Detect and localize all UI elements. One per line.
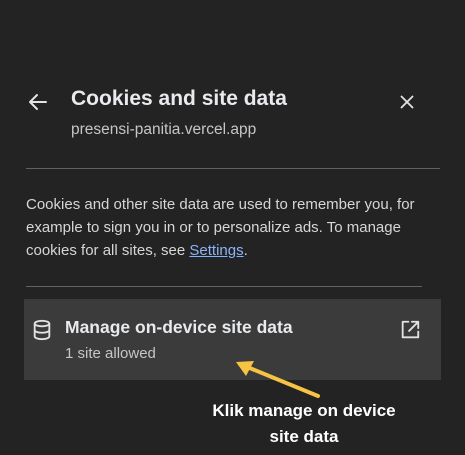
section-divider	[26, 286, 422, 287]
description-end: .	[243, 242, 248, 259]
database-icon	[33, 319, 51, 341]
close-icon[interactable]	[396, 91, 418, 113]
annotation-line-1: Klik manage on device	[212, 401, 396, 420]
external-link-icon	[401, 320, 420, 339]
cookies-description: Cookies and other site data are used to …	[26, 193, 426, 262]
annotation-line-2: site data	[269, 427, 339, 446]
site-domain: presensi-panitia.vercel.app	[71, 121, 257, 138]
settings-link[interactable]: Settings	[189, 242, 243, 259]
manage-item-subtitle: 1 site allowed	[65, 345, 156, 362]
arrow-left-icon[interactable]	[26, 90, 50, 114]
page-title: Cookies and site data	[71, 87, 287, 110]
header-divider	[26, 168, 440, 169]
dialog-header: Cookies and site data presensi-panitia.v…	[0, 0, 465, 170]
manage-item-title: Manage on-device site data	[65, 317, 293, 337]
annotation-label: Klik manage on device site data	[188, 398, 420, 450]
